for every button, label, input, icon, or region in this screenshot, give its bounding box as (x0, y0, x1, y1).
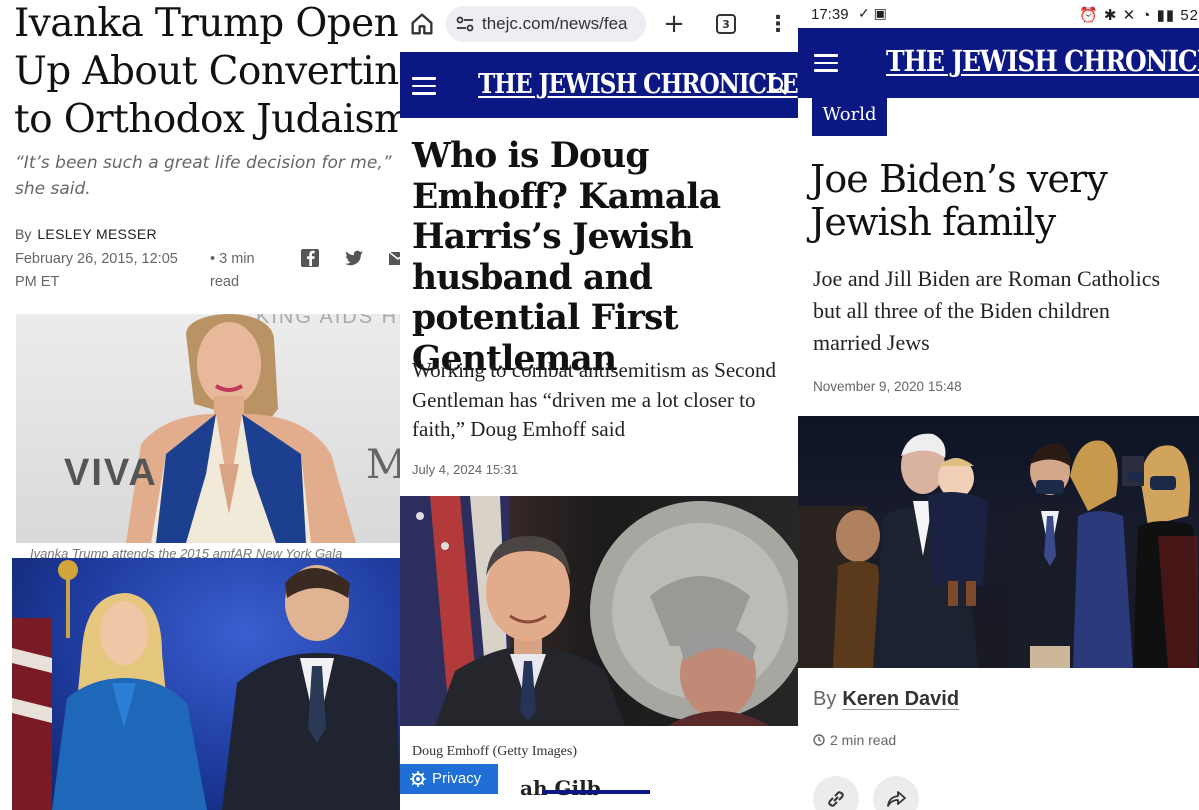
byline: By Keren David (813, 688, 959, 711)
ivanka-gala-photo: KING AIDS HIS VIVA M (16, 314, 400, 543)
home-icon[interactable] (408, 10, 436, 38)
dek-line-3: married Jews (813, 330, 930, 355)
site-settings-icon[interactable] (456, 16, 474, 32)
site-header: THE JEWISH CHRONICLE (798, 28, 1199, 98)
ivanka-kushner-photo (12, 558, 400, 810)
publish-date: November 9, 2020 15:48 (813, 379, 962, 394)
masthead-logo[interactable]: THE JEWISH CHRONICLE (886, 44, 1199, 78)
share-icon (887, 791, 906, 807)
ivanka-article-panel: Ivanka Trump Opens Up About Converting t… (0, 0, 400, 810)
headline-line-2: Up About Converting (14, 49, 400, 94)
biden-article-panel: 17:39 ✓ ▣ ⏰ ✱ ✕ ◔ ▮▮ 52 THE JEWISH CHRON… (798, 0, 1199, 810)
read-time: 2 min read (830, 732, 897, 748)
photo-caption: Doug Emhoff (Getty Images) (412, 744, 577, 759)
headline: Ivanka Trump Opens Up About Converting t… (14, 0, 400, 144)
privacy-button[interactable]: Privacy (400, 764, 498, 794)
article-title: Who is Doug Emhoff? Kamala Harris’s Jewi… (412, 136, 721, 379)
address-bar[interactable]: thejc.com/news/fea (446, 6, 646, 42)
section-tag[interactable]: World (812, 96, 887, 136)
emhoff-photo (400, 496, 798, 726)
photo-figures (798, 433, 1199, 668)
biden-family-photo (798, 416, 1199, 668)
share-button[interactable] (873, 776, 919, 810)
copy-link-button[interactable] (813, 776, 859, 810)
photo-figure (126, 314, 356, 543)
photo-logo-text: VIVA (64, 452, 158, 494)
byline-prefix: By (813, 688, 837, 710)
email-icon[interactable] (388, 248, 400, 268)
menu-icon[interactable] (412, 77, 436, 95)
byline: By LESLEY MESSER (15, 226, 157, 242)
progress-bar (542, 790, 650, 794)
article-dek: Working to combat antisemitism as Second… (412, 358, 777, 441)
site-header: THE JEWISH CHRONICLE (400, 52, 798, 118)
clock-icon (813, 734, 825, 746)
search-icon[interactable] (768, 76, 788, 96)
gear-icon (410, 771, 426, 787)
tab-count: 3 (716, 14, 736, 34)
status-indicators: ⏰ ✱ ✕ ◔ ▮▮ 52 (1079, 7, 1199, 24)
dek-line-1: Joe and Jill Biden are Roman Catholics (813, 266, 1161, 291)
publish-date: February 26, 2015, 12:05 PM ET (15, 251, 178, 290)
dek: “It’s been such a great life decision fo… (15, 153, 392, 199)
article-title: Joe Biden’s very Jewish family (810, 157, 1108, 244)
photo-logo-letter: M (366, 442, 400, 488)
overflow-menu-icon[interactable]: ⋮ (764, 10, 792, 38)
twitter-icon[interactable] (344, 248, 364, 268)
status-time: 17:39 (811, 6, 849, 23)
masthead-logo[interactable]: THE JEWISH CHRONICLE (478, 69, 798, 100)
author-link[interactable]: Keren David (842, 688, 959, 710)
status-bar: 17:39 ✓ ▣ ⏰ ✱ ✕ ◔ ▮▮ 52 (798, 0, 1199, 28)
read-time: • 3 min read (210, 251, 255, 290)
privacy-label: Privacy (432, 770, 482, 787)
link-icon (828, 791, 844, 807)
emhoff-article-panel: thejc.com/news/fea + 3 ⋮ THE JEWISH CHRO… (400, 0, 798, 810)
facebook-icon[interactable] (300, 248, 320, 268)
headline-line-3: to Orthodox Judaism (14, 97, 400, 142)
byline-prefix: By (15, 226, 32, 242)
article-dek: Joe and Jill Biden are Roman Catholics b… (813, 263, 1199, 359)
headline-line-1: Ivanka Trump Opens (14, 1, 400, 46)
new-tab-icon[interactable]: + (660, 9, 688, 39)
browser-toolbar: thejc.com/news/fea + 3 ⋮ (400, 0, 798, 52)
status-notification-icons: ✓ ▣ (858, 5, 887, 21)
photo-figures (400, 496, 798, 726)
tab-switcher-button[interactable]: 3 (712, 10, 740, 38)
battery-level: 52 (1180, 7, 1199, 24)
menu-icon[interactable] (814, 54, 838, 72)
publish-date: July 4, 2024 15:31 (412, 462, 519, 477)
author-link[interactable]: LESLEY MESSER (37, 226, 157, 242)
next-article-text: ah Gilb (520, 776, 601, 800)
photo-figures (12, 560, 400, 810)
url-text: thejc.com/news/fea (482, 14, 628, 33)
dek-line-2: but all three of the Biden children (813, 298, 1110, 323)
